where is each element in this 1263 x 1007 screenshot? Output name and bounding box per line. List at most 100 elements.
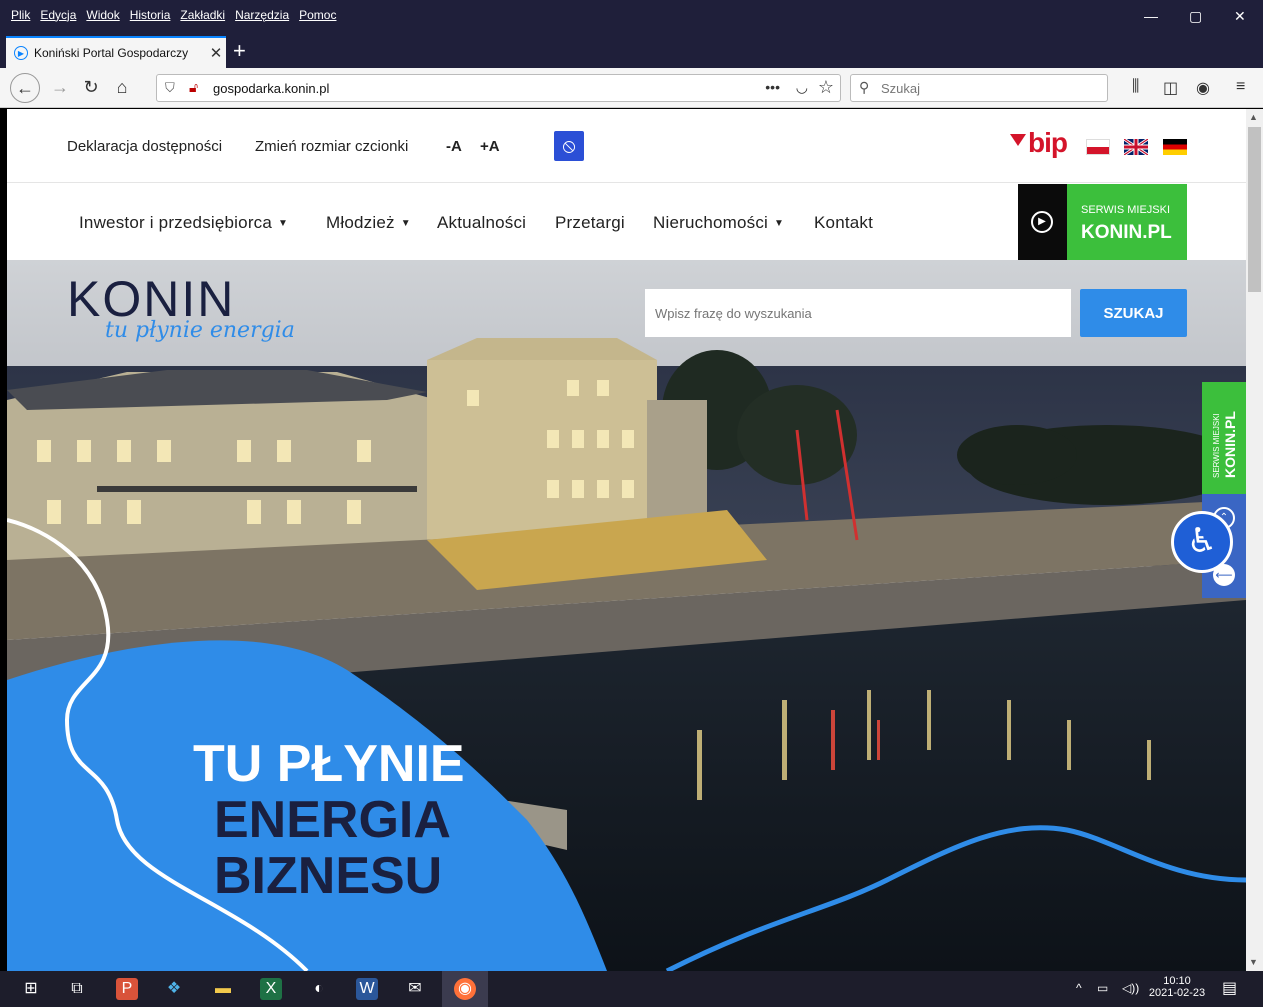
flag-de-icon[interactable] [1163,139,1187,155]
insecure-lock-icon[interactable]: 🔓︎ [189,79,198,96]
konin-logo-tagline: tu płynie energia [105,318,295,343]
menu-tools[interactable]: Narzędzia [230,8,294,22]
tab-close-icon[interactable]: ✕ [206,44,226,62]
notifications-icon[interactable]: ▤ [1222,978,1237,998]
page-scrollbar[interactable]: ▲ ▼ [1246,109,1263,971]
windows-start-icon[interactable]: ⊞ [20,978,42,1000]
font-smaller-button[interactable]: -A [446,138,462,155]
new-tab-button[interactable]: + [233,38,246,64]
nav-item-real-estate[interactable]: Nieruchomości ▼ [653,213,784,233]
bip-logo-link[interactable]: bip [1010,127,1068,159]
hamburger-menu-icon[interactable]: ≡ [1236,78,1245,96]
site-search-input[interactable] [645,289,1071,337]
minimize-button[interactable]: — [1144,8,1158,24]
hero-headline-line2: ENERGIA [214,791,451,849]
site-search-button[interactable]: SZUKAJ [1080,289,1187,337]
nav-label: Nieruchomości [653,213,769,232]
url-text[interactable]: gospodarka.konin.pl [213,81,329,96]
powerpoint-icon[interactable]: P [116,978,138,1000]
serwis-miejski-link[interactable]: SERWIS MIEJSKI KONIN.PL [1067,184,1187,260]
serwis-play-tile[interactable]: ▶ [1018,184,1067,260]
clock-time: 10:10 [1163,975,1191,987]
hero-headline-line3: BIZNESU [214,847,443,905]
restore-button[interactable]: ▢ [1189,8,1202,25]
system-clock[interactable]: 10:10 2021-02-23 [1147,975,1207,999]
library-icon[interactable]: ⫼ [1132,78,1139,96]
back-arrow-icon[interactable]: ← [10,73,40,103]
menu-help[interactable]: Pomoc [294,8,341,22]
task-view-icon[interactable]: ⧉ [66,978,88,1000]
nav-item-news[interactable]: Aktualności [437,213,526,233]
sign-language-icon[interactable]: ⦸ [554,131,584,161]
windows-taskbar: ⊞ ⧉ P ❖ ▬ X ◐ W ✉ ◉ ^ ▭ ◁)) 10:10 2021-0… [0,971,1263,1007]
play-circle-icon: ▶ [1031,211,1053,233]
nav-label: Młodzież [326,213,395,232]
scroll-up-icon[interactable]: ▲ [1249,112,1258,122]
menu-history[interactable]: Historia [125,8,176,22]
excel-icon[interactable]: X [260,978,282,1000]
flag-uk-icon[interactable] [1123,137,1149,157]
tracking-shield-icon[interactable]: ⛉ [165,80,175,96]
nav-item-investor[interactable]: Inwestor i przedsiębiorca ▼ [79,213,288,233]
clock-date: 2021-02-23 [1148,987,1206,999]
serwis-line2: KONIN.PL [1081,222,1172,243]
font-size-label: Zmień rozmiar czcionki [255,138,409,155]
collapse-arrow-icon[interactable]: ⟵ [1213,564,1235,586]
nav-label: Inwestor i przedsiębiorca [79,213,273,232]
accessibility-declaration-link[interactable]: Deklaracja dostępności [67,138,222,155]
site-topbar: Deklaracja dostępności Zmień rozmiar czc… [7,109,1246,183]
hero-photo-illustration [7,260,1246,971]
nav-item-contact[interactable]: Kontakt [814,213,873,233]
serwis-line1: SERWIS MIEJSKI [1081,204,1171,216]
page-viewport: Deklaracja dostępności Zmień rozmiar czc… [7,109,1246,971]
sidebar-icon[interactable]: ◫ [1163,78,1178,98]
hero-banner: KONIN tu płynie energia SZUKAJ TU PŁYNIE… [7,260,1246,971]
media-app-icon[interactable]: ◐ [308,978,330,1000]
nav-item-youth[interactable]: Młodzież ▼ [326,213,411,233]
pocket-icon[interactable]: ◡ [796,79,808,96]
hero-headline-line1: TU PŁYNIE [193,735,465,793]
menu-bookmarks[interactable]: Zakładki [175,8,230,22]
menu-view[interactable]: Widok [81,8,124,22]
browser-search-field[interactable]: ⚲ Szukaj [850,74,1108,102]
menu-edit[interactable]: Edycja [35,8,81,22]
side-serwis-tab[interactable]: SERWIS MIEJSKI KONIN.PL [1202,382,1246,494]
search-placeholder: Szukaj [881,81,921,96]
account-icon[interactable]: ◉ [1196,78,1210,98]
mail-icon[interactable]: ✉ [404,978,426,1000]
volume-icon[interactable]: ◁)) [1122,981,1139,995]
network-icon[interactable]: ▭ [1097,981,1108,995]
firefox-icon[interactable]: ◉ [454,978,476,1000]
tab-title: Koniński Portal Gospodarczy [34,46,189,60]
side-tab-line1: SERWIS MIEJSKI [1212,413,1221,478]
side-tab-line2: KONIN.PL [1222,411,1238,478]
word-icon[interactable]: W [356,978,378,1000]
file-explorer-icon[interactable]: ▬ [212,978,234,1000]
url-bar[interactable]: ⛉ 🔓︎ gospodarka.konin.pl ••• ◡ ☆ [156,74,841,102]
tab-konin-portal[interactable]: ▶ Koniński Portal Gospodarczy ✕ [6,36,226,68]
search-icon: ⚲ [859,79,870,95]
page-actions-icon[interactable]: ••• [765,79,780,95]
font-larger-button[interactable]: +A [480,138,500,155]
menu-bar: Plik Edycja Widok Historia Zakładki Narz… [6,8,341,22]
network-app-icon[interactable]: ❖ [163,978,185,1000]
forward-arrow-icon[interactable]: → [48,76,72,98]
browser-navbar: ← → ↻ ⌂ ⛉ 🔓︎ gospodarka.konin.pl ••• ◡ ☆… [0,68,1263,108]
scrollbar-thumb[interactable] [1248,127,1261,292]
menu-file[interactable]: Plik [6,8,35,22]
main-navigation: Inwestor i przedsiębiorca ▼ Młodzież ▼ Akt… [7,184,1246,260]
caret-down-icon: ▼ [400,218,411,229]
bip-triangle-icon [1010,134,1026,146]
caret-down-icon: ▼ [774,218,785,229]
bookmark-star-icon[interactable]: ☆ [818,77,834,98]
nav-item-tenders[interactable]: Przetargi [555,213,625,233]
scroll-down-icon[interactable]: ▼ [1249,957,1258,967]
window-close-button[interactable]: ✕ [1234,8,1246,25]
tray-expand-icon[interactable]: ^ [1076,981,1082,995]
home-icon[interactable]: ⌂ [110,76,134,98]
site-favicon-icon: ▶ [14,46,28,60]
flag-pl-icon[interactable] [1086,139,1110,155]
reload-icon[interactable]: ↻ [79,76,103,98]
browser-titlebar: Plik Edycja Widok Historia Zakładki Narz… [0,0,1263,36]
bip-text: bip [1028,127,1068,158]
